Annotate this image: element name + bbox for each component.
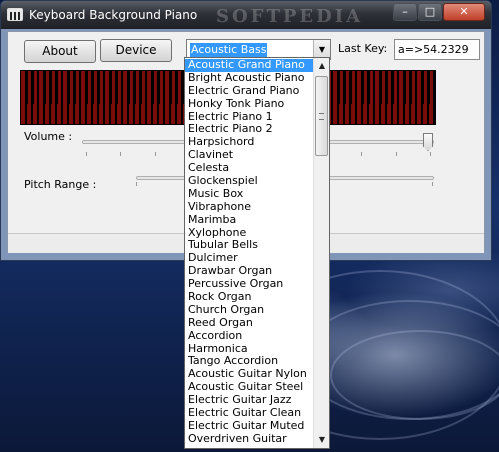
black-key[interactable] [337, 71, 340, 104]
black-key[interactable] [409, 71, 412, 104]
instrument-list-item[interactable]: Music Box [185, 188, 313, 201]
volume-tick [120, 152, 122, 156]
black-key[interactable] [361, 71, 364, 104]
black-key[interactable] [25, 71, 28, 104]
black-key[interactable] [133, 71, 136, 104]
last-key-label: Last Key: [338, 42, 388, 55]
volume-tick [86, 152, 87, 156]
volume-tick [154, 152, 156, 156]
black-key[interactable] [73, 71, 76, 104]
instrument-list-item[interactable]: Reed Organ [185, 317, 313, 330]
instrument-list-item[interactable]: Tango Accordion [185, 355, 313, 368]
instrument-list-item[interactable]: Celesta [185, 162, 313, 175]
scrollbar-thumb[interactable] [315, 76, 328, 156]
volume-tick [395, 152, 397, 156]
scroll-down-icon[interactable]: ▼ [314, 432, 329, 448]
window-title: Keyboard Background Piano [29, 8, 198, 22]
black-key[interactable] [151, 71, 154, 104]
volume-slider-thumb[interactable] [423, 133, 433, 151]
instrument-list-items: Acoustic Grand Piano Bright Acoustic Pian… [185, 59, 313, 446]
instrument-list-item[interactable]: Drawbar Organ [185, 265, 313, 278]
instrument-list-item[interactable]: Vibraphone [185, 201, 313, 214]
black-key[interactable] [91, 71, 94, 104]
instrument-list-item[interactable]: Clavinet [185, 149, 313, 162]
maximize-button[interactable]: □ [418, 3, 442, 21]
black-key[interactable] [97, 71, 100, 104]
pitch-range-tick [432, 182, 433, 186]
black-key[interactable] [343, 71, 346, 104]
black-key[interactable] [391, 71, 394, 104]
list-scrollbar[interactable]: ▲ ▼ [313, 58, 329, 448]
instrument-list-item[interactable]: Glockenspiel [185, 175, 313, 188]
grip-icon [319, 113, 324, 120]
black-key[interactable] [109, 71, 112, 104]
instrument-list-item[interactable]: Harmonica [185, 343, 313, 356]
black-key[interactable] [55, 71, 58, 104]
black-key[interactable] [139, 71, 142, 104]
black-key[interactable] [67, 71, 70, 104]
black-key[interactable] [43, 71, 46, 104]
instrument-list-item[interactable]: Harpsichord [185, 136, 313, 149]
instrument-list-item[interactable]: Tubular Bells [185, 239, 313, 252]
black-key[interactable] [367, 71, 370, 104]
watermark: SOFTPEDIA [216, 6, 364, 27]
instrument-list-item[interactable]: Acoustic Grand Piano [185, 59, 313, 72]
black-key[interactable] [31, 71, 34, 104]
volume-tick [361, 152, 363, 156]
volume-label: Volume : [24, 130, 73, 143]
instrument-dropdown-list[interactable]: Acoustic Grand Piano Bright Acoustic Pian… [184, 57, 330, 449]
minimize-button[interactable]: – [393, 3, 417, 21]
black-key[interactable] [421, 71, 424, 104]
instrument-select-value: Acoustic Bass [190, 43, 268, 57]
black-key[interactable] [115, 71, 118, 104]
instrument-list-item[interactable]: Church Organ [185, 304, 313, 317]
device-button[interactable]: Device [100, 39, 172, 62]
instrument-list-item[interactable]: Marimba [185, 214, 313, 227]
instrument-list-item[interactable]: Acoustic Guitar Nylon [185, 368, 313, 381]
instrument-list-item[interactable]: Electric Guitar Jazz [185, 394, 313, 407]
instrument-list-item[interactable]: Electric Grand Piano [185, 85, 313, 98]
black-key[interactable] [127, 71, 130, 104]
black-key[interactable] [175, 71, 178, 104]
black-key[interactable] [169, 71, 172, 104]
black-key[interactable] [85, 71, 88, 104]
instrument-list-item[interactable]: Percussive Organ [185, 278, 313, 291]
black-key[interactable] [385, 71, 388, 104]
instrument-list-item[interactable]: Acoustic Guitar Steel [185, 381, 313, 394]
instrument-list-item[interactable]: Electric Guitar Muted [185, 420, 313, 433]
instrument-list-item[interactable]: Electric Piano 1 [185, 111, 313, 124]
instrument-list-item[interactable]: Electric Guitar Clean [185, 407, 313, 420]
title-bar[interactable]: Keyboard Background Piano SOFTPEDIA – □ … [1, 1, 491, 29]
last-key-field[interactable]: a=>54.2329 [394, 39, 480, 60]
black-key[interactable] [349, 71, 352, 104]
pitch-range-label: Pitch Range : [24, 178, 97, 191]
instrument-list-item[interactable]: Electric Piano 2 [185, 123, 313, 136]
volume-tick [430, 152, 431, 156]
instrument-list-item[interactable]: Accordion [185, 330, 313, 343]
instrument-list-item[interactable]: Rock Organ [185, 291, 313, 304]
instrument-list-item[interactable]: Bright Acoustic Piano [185, 72, 313, 85]
keyboard-icon [7, 8, 23, 21]
instrument-list-item[interactable]: Dulcimer [185, 252, 313, 265]
instrument-list-item[interactable]: Overdriven Guitar [185, 433, 313, 446]
instrument-list-item[interactable]: Xylophone [185, 227, 313, 240]
close-button[interactable]: ✕ [443, 3, 485, 21]
black-key[interactable] [49, 71, 52, 104]
scroll-up-icon[interactable]: ▲ [314, 58, 329, 74]
instrument-list-item[interactable]: Honky Tonk Piano [185, 98, 313, 111]
pitch-range-tick [136, 182, 137, 186]
black-key[interactable] [379, 71, 382, 104]
black-key[interactable] [427, 71, 430, 104]
black-key[interactable] [403, 71, 406, 104]
about-button[interactable]: About [24, 40, 96, 63]
black-key[interactable] [157, 71, 160, 104]
